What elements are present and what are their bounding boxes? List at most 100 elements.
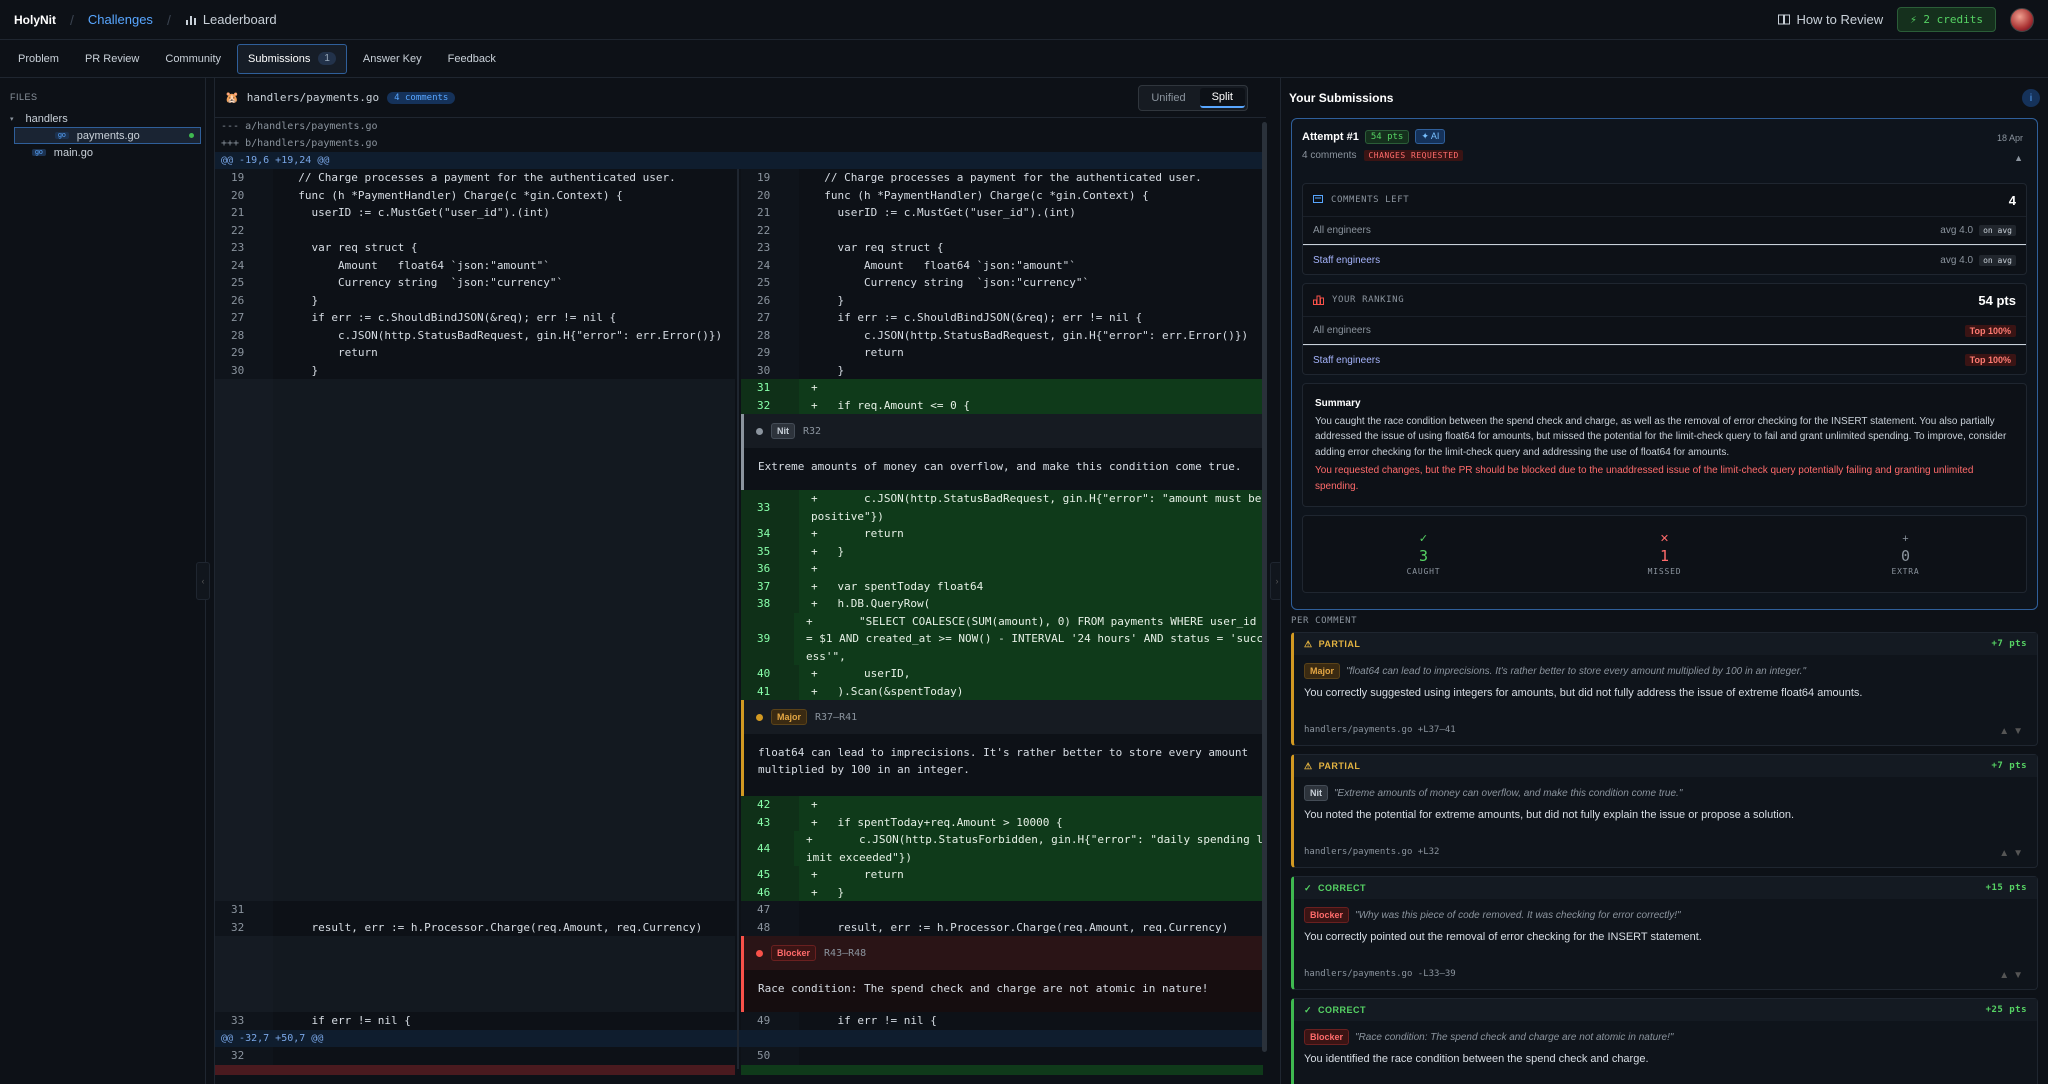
thumbs-up-icon[interactable]: ▲ [1999, 970, 2013, 981]
line-number: 46 [741, 883, 799, 901]
code-line: userID := c.MustGet("user_id").(int) [273, 204, 735, 222]
code-row: 26 } [741, 291, 1263, 309]
code-line: if err != nil { [273, 1012, 735, 1030]
line-number: 27 [215, 309, 273, 327]
severity-badge: Major [771, 709, 808, 725]
chevron-up-icon[interactable]: ▲ [2014, 153, 2023, 163]
status-dot-icon [756, 713, 763, 721]
code-line [799, 901, 1263, 919]
row-tag: on avg [1979, 254, 2016, 266]
thumbs-down-icon[interactable]: ▼ [2013, 848, 2027, 859]
feedback-thumbs: ▲▼ [1999, 970, 2027, 981]
empty-row [215, 936, 735, 1012]
code-row: 28 c.JSON(http.StatusBadRequest, gin.H{"… [215, 326, 735, 344]
code-row: 40 + userID, [741, 665, 1263, 683]
code-row: 48 result, err := h.Processor.Charge(req… [741, 918, 1263, 936]
per-comment-location[interactable]: handlers/payments.go +L37–41 [1304, 725, 1456, 735]
code-row: 39 + "SELECT COALESCE(SUM(amount), 0) FRO… [741, 612, 1263, 665]
diff-scrollbar[interactable] [1262, 122, 1267, 1052]
row-label: All engineers [1313, 325, 1371, 336]
line-number: 39 [741, 612, 795, 665]
view-unified-button[interactable]: Unified [1139, 86, 1197, 110]
code-row: 35 + } [741, 542, 1263, 560]
code-line: result, err := h.Processor.Charge(req.Am… [273, 918, 735, 936]
per-comment-points: +25 pts [1985, 1005, 2027, 1015]
app-logo[interactable]: HolyNit [14, 13, 56, 27]
thumbs-up-icon[interactable]: ▲ [1999, 848, 2013, 859]
breadcrumb-leaderboard[interactable]: Leaderboard [185, 12, 277, 27]
avatar[interactable] [2010, 7, 2034, 32]
row-tag: Top 100% [1964, 324, 2016, 337]
tab-problem[interactable]: Problem [8, 47, 69, 71]
severity-badge: Nit [771, 423, 795, 439]
attempt-comments: 4 comments [1302, 150, 1357, 161]
tab-community[interactable]: Community [155, 47, 231, 71]
review-comment: Major R37–R41 float64 can lead to imprecis… [741, 700, 1263, 796]
comment-range: R32 [803, 425, 822, 437]
submissions-header: Your Submissions i [1281, 78, 2048, 118]
code-row: 34 + return [741, 525, 1263, 543]
comments-left-box: COMMENTS LEFT 4 All engineers avg 4.0 on … [1302, 183, 2027, 275]
ranking-row-staff: Staff engineers Top 100% [1303, 345, 2026, 374]
go-file-icon: go [32, 149, 46, 156]
file-tree-header: FILES [10, 92, 38, 102]
line-number: 25 [741, 274, 799, 292]
file-item-payments[interactable]: go payments.go [14, 127, 201, 144]
code-line: return [273, 344, 735, 362]
tab-answer-key[interactable]: Answer Key [353, 47, 432, 71]
code-line: // Charge processes a payment for the au… [273, 169, 735, 187]
folder-handlers[interactable]: ▾ handlers [0, 110, 205, 127]
line-number: 47 [741, 901, 799, 919]
code-row: 32 result, err := h.Processor.Charge(req… [215, 918, 735, 936]
breadcrumb-challenges[interactable]: Challenges [88, 12, 153, 27]
how-to-review-link[interactable]: How to Review [1778, 12, 1883, 27]
code-row: 22 [215, 221, 735, 239]
code-line: + [799, 560, 1263, 578]
thumbs-down-icon[interactable]: ▼ [2013, 970, 2027, 981]
comments-left-label: COMMENTS LEFT [1331, 195, 1410, 205]
file-tree-panel: FILES ▾ handlers go payments.go go main.… [0, 78, 206, 1084]
line-number: 50 [741, 1047, 799, 1065]
code-row: 46 + } [741, 883, 1263, 901]
how-to-review-label: How to Review [1796, 12, 1884, 27]
line-number: 24 [215, 256, 273, 274]
code-line: + return [799, 525, 1263, 543]
ranking-value: 54 pts [1978, 292, 2016, 308]
tab-feedback[interactable]: Feedback [438, 47, 506, 71]
warning-icon: ⚠ [1304, 638, 1313, 649]
line-number: 25 [215, 274, 273, 292]
code-line: } [273, 361, 735, 379]
code-row: 21 userID := c.MustGet("user_id").(int) [215, 204, 735, 222]
collapse-files-handle[interactable]: ‹ [196, 562, 210, 600]
code-line [273, 901, 735, 919]
file-item-main[interactable]: go main.go [0, 144, 205, 161]
view-split-button[interactable]: Split [1199, 87, 1245, 108]
line-number: 31 [741, 379, 799, 397]
attempt-card: Attempt #1 54 pts ✦ AI 4 comments CHANGE… [1291, 118, 2038, 610]
row-tag: Top 100% [1964, 354, 2016, 366]
comments-left-value: 4 [2008, 192, 2016, 208]
line-number: 30 [741, 361, 799, 379]
tab-pr-review[interactable]: PR Review [75, 47, 149, 71]
code-row: 29 return [215, 344, 735, 362]
thumbs-down-icon[interactable]: ▼ [2013, 726, 2027, 737]
feedback-thumbs: ▲▼ [1999, 726, 2027, 737]
per-comment-card: ✓ CORRECT +25 pts Blocker "Race condition: T… [1291, 998, 2038, 1084]
line-number: 21 [741, 204, 799, 222]
chevron-down-icon: ▾ [10, 115, 14, 123]
thumbs-up-icon[interactable]: ▲ [1999, 726, 2013, 737]
code-row: 21 userID := c.MustGet("user_id").(int) [741, 204, 1263, 222]
go-file-icon: go [55, 132, 69, 139]
summary-text: You caught the race condition between th… [1315, 415, 2007, 458]
per-comment-location[interactable]: handlers/payments.go -L33–39 [1304, 969, 1456, 979]
code-line: Currency string `json:"currency"` [273, 274, 735, 292]
attempt-header[interactable]: Attempt #1 54 pts ✦ AI 4 comments CHANGE… [1292, 119, 2037, 183]
per-comment-location[interactable]: handlers/payments.go +L32 [1304, 847, 1439, 857]
line-number: 32 [215, 918, 273, 936]
code-row: 31 + [741, 379, 1263, 397]
comment-range: R37–R41 [815, 711, 858, 723]
tab-submissions[interactable]: Submissions 1 [237, 43, 347, 74]
info-icon[interactable]: i [2022, 89, 2040, 107]
empty-row [215, 379, 735, 901]
credits-button[interactable]: ⚡ 2 credits [1897, 7, 1996, 32]
